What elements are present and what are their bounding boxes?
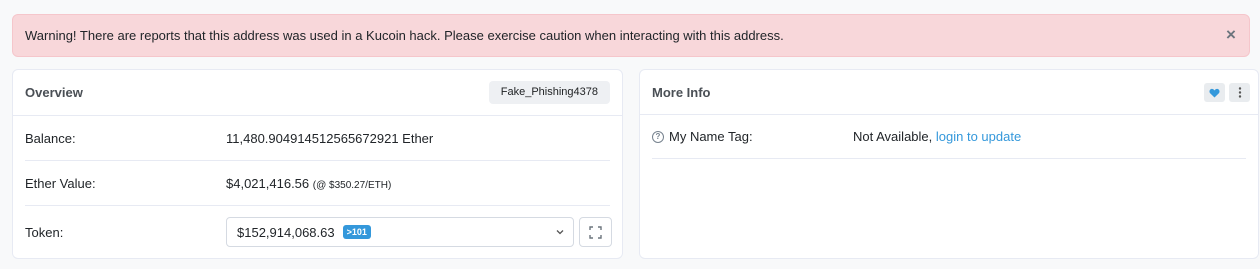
balance-row: Balance: 11,480.904914512565672921 Ether [25,116,610,161]
name-tag-value-group: Not Available, login to update [853,129,1021,144]
balance-label: Balance: [25,130,76,146]
login-to-update-link[interactable]: login to update [936,129,1021,144]
address-tag[interactable]: Fake_Phishing4378 [488,81,610,104]
ether-value-row: Ether Value: $4,021,416.56 (@ $350.27/ET… [25,161,610,206]
vertical-ellipsis-icon [1238,87,1241,98]
token-count-badge: >101 [342,225,371,239]
alert-message: Warning! There are reports that this add… [25,28,784,43]
more-info-title: More Info [652,84,711,100]
token-value: $152,914,068.63 [237,224,335,240]
ether-value: $4,021,416.56 [226,175,310,191]
token-row: Token: [25,217,63,247]
name-tag-row: ? My Name Tag: Not Available, login to u… [652,115,1246,159]
overview-card: Overview Fake_Phishing4378 Balance: 11,4… [12,69,623,259]
name-tag-value: Not Available, [853,129,933,144]
balance-value: 11,480.904914512565672921 Ether [226,130,434,146]
token-dropdown[interactable]: $152,914,068.63 >101 [226,217,574,247]
more-options-button[interactable] [1229,83,1250,102]
question-circle-icon[interactable]: ? [652,130,664,143]
name-tag-label-group: ? My Name Tag: [652,129,853,144]
close-icon[interactable]: × [1223,26,1239,44]
ether-value-group: $4,021,416.56 (@ $350.27/ETH) [226,176,391,191]
heart-icon [1209,88,1220,98]
expand-button[interactable] [579,217,612,247]
token-label: Token: [25,224,64,240]
chevron-down-icon [556,230,564,235]
overview-header: Overview Fake_Phishing4378 [13,70,622,116]
ether-price: (@ $350.27/ETH) [312,179,392,191]
more-info-header: More Info [640,70,1258,115]
name-tag-label: My Name Tag: [669,129,753,144]
favorite-button[interactable] [1204,83,1225,102]
ether-value-label: Ether Value: [25,175,96,191]
more-info-card: More Info ? My Name Tag: Not Available, … [639,69,1259,259]
warning-alert: Warning! There are reports that this add… [12,14,1250,57]
overview-title: Overview [25,85,83,100]
expand-icon [589,225,602,239]
